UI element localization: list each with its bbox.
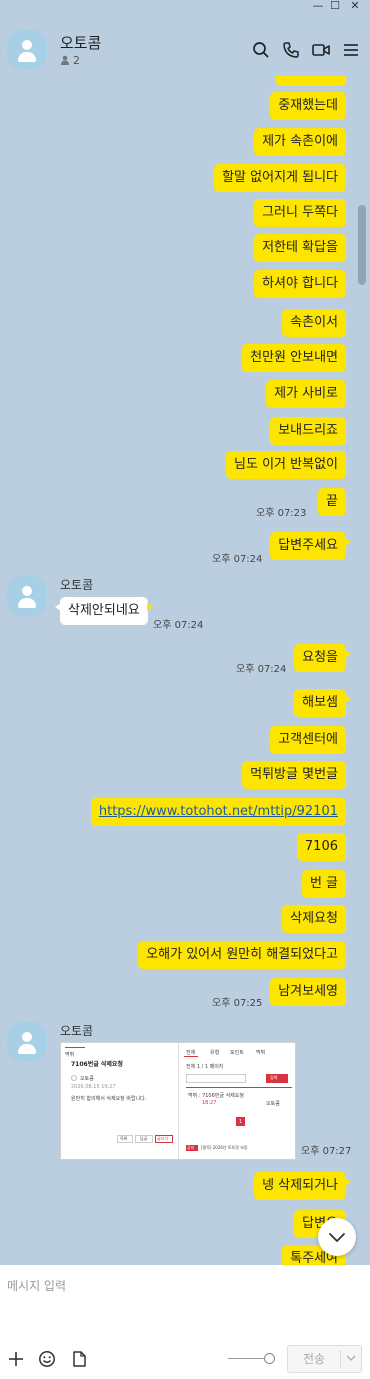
shot-text: 7106번글 삭제요청 — [71, 1061, 123, 1068]
message-bubble[interactable]: 해보셈 — [294, 689, 351, 717]
message-bubble[interactable]: 제가 속촌이에 — [254, 128, 346, 156]
message-bubble[interactable]: 중재했는데 — [270, 92, 346, 120]
message-bubble[interactable]: 오해가 있어서 원만히 해결되었다고 — [138, 941, 346, 969]
shot-text: 먹튀 — [256, 1050, 266, 1056]
message-bubble[interactable]: 보내드리죠 — [270, 417, 346, 445]
shared-image[interactable]: 먹튀 7106번글 삭제요청 오토콤 2026.08.15 19:27 원만히 … — [60, 1042, 296, 1160]
file-icon[interactable] — [70, 1350, 88, 1368]
message-bubble[interactable]: 저한테 확답을 — [254, 234, 346, 262]
window-controls: — ☐ ✕ — [0, 0, 370, 14]
shot-text: 유형 — [210, 1050, 220, 1056]
transparency-slider-handle[interactable] — [264, 1353, 275, 1364]
minimize-button[interactable]: — — [311, 0, 325, 12]
shot-text: 오토콤 — [266, 1101, 280, 1107]
message-time: 오후 07:24 — [236, 664, 287, 675]
shared-image-board: 전체 유형 포인트 먹튀 전체 1 / 1 페이지 검색 먹튀 : 7106번글… — [180, 1043, 295, 1159]
message-time: 오후 07:23 — [256, 508, 307, 519]
message-bubble-link[interactable]: https://www.totohot.net/mttip/92101 — [90, 798, 346, 826]
message-bubble[interactable]: 님도 이거 반복없이 — [226, 451, 346, 479]
shot-text: 원만히 합의해서 삭제요청 바랍니다. — [71, 1096, 147, 1102]
shot-text: 포인트 — [230, 1050, 244, 1056]
room-avatar[interactable] — [7, 30, 47, 70]
chat-header: 오토콤 2 — [0, 14, 370, 76]
member-count-label: 2 — [73, 54, 80, 67]
message-input[interactable]: 메시지 입력 — [7, 1277, 66, 1294]
shot-text: 글쓰기 — [157, 1136, 169, 1141]
plus-icon[interactable] — [7, 1350, 25, 1368]
message-bubble[interactable]: 번 글 — [301, 870, 346, 898]
shared-link[interactable]: https://www.totohot.net/mttip/92101 — [99, 804, 338, 819]
message-bubble[interactable]: 제가 사비로 — [266, 380, 346, 408]
message-bubble[interactable]: 남겨보세영 — [270, 978, 346, 1006]
chevron-down-icon[interactable] — [345, 1352, 357, 1364]
message-bubble[interactable]: 요청을 — [294, 644, 351, 672]
message-time: 오후 07:27 — [301, 1146, 352, 1157]
message-bubble[interactable]: 끝 — [318, 488, 346, 516]
room-title: 오토콤 — [60, 34, 102, 52]
message-bubble[interactable]: 삭제요청 — [282, 905, 346, 933]
shot-text: 검색 — [270, 1075, 278, 1080]
sender-avatar[interactable] — [7, 576, 47, 616]
send-label: 전송 — [302, 1352, 326, 1366]
emoticon-icon[interactable] — [38, 1350, 56, 1368]
close-button[interactable]: ✕ — [348, 0, 362, 12]
menu-icon[interactable] — [341, 40, 361, 60]
message-bubble-partial[interactable] — [276, 76, 346, 86]
send-divider — [340, 1350, 341, 1368]
transparency-slider-track[interactable] — [228, 1358, 268, 1359]
sender-name: 오토콤 — [60, 578, 94, 592]
message-bubble[interactable]: 속촌이서 — [282, 309, 346, 337]
message-bubble[interactable]: 할말 없어지게 됩니다 — [214, 164, 346, 192]
shot-text: 먹튀 : 7106번글 삭제요청 — [188, 1093, 244, 1099]
shot-text: 먹튀 — [65, 1052, 75, 1058]
message-time: 오후 07:24 — [153, 620, 204, 631]
message-time: 오후 07:24 — [212, 554, 263, 565]
message-composer: 메시지 입력 전송 — [0, 1265, 370, 1379]
shot-text: 1 — [239, 1119, 243, 1125]
message-bubble[interactable]: 답변주세요 — [270, 532, 351, 560]
chat-messages[interactable]: 중재했는데 제가 속촌이에 할말 없어지게 됩니다 그러니 두쪽다 저한테 확답… — [0, 76, 356, 1266]
scroll-down-button[interactable] — [318, 1218, 356, 1256]
shot-text: 공지 — [187, 1145, 195, 1150]
shot-text: 18:27 — [202, 1100, 217, 1106]
message-bubble[interactable]: 삭제안되네요 — [55, 597, 153, 625]
send-button[interactable]: 전송 — [287, 1345, 362, 1373]
shot-text: 답글 — [140, 1136, 148, 1141]
message-time: 오후 07:25 — [212, 998, 263, 1009]
message-bubble[interactable]: 고객센터에 — [270, 726, 346, 754]
message-bubble[interactable]: 천만원 안보내면 — [242, 344, 346, 372]
message-bubble[interactable]: 그러니 두쪽다 — [254, 199, 346, 227]
person-icon — [61, 55, 69, 65]
shot-text: [필독] 2026년 토토핫 보증 — [201, 1145, 248, 1150]
chat-scrollbar[interactable] — [358, 80, 366, 1265]
message-bubble[interactable]: 넹 삭제되거나 — [254, 1172, 351, 1200]
phone-icon[interactable] — [281, 40, 301, 60]
shot-text: 목록 — [120, 1136, 128, 1141]
shot-text: 오토콤 — [80, 1076, 94, 1082]
video-call-icon[interactable] — [311, 40, 331, 60]
shared-image-post: 먹튀 7106번글 삭제요청 오토콤 2026.08.15 19:27 원만히 … — [61, 1043, 179, 1159]
message-bubble[interactable]: 7106 — [296, 833, 346, 861]
sender-avatar[interactable] — [7, 1022, 47, 1062]
search-icon[interactable] — [251, 40, 271, 60]
shot-text: 전체 — [186, 1050, 196, 1056]
chevron-down-icon — [329, 1233, 345, 1242]
message-bubble[interactable]: 먹튀방글 몇번글 — [242, 761, 346, 789]
scrollbar-thumb[interactable] — [358, 205, 366, 285]
shot-text: 2026.08.15 19:27 — [71, 1084, 116, 1090]
message-bubble[interactable]: 하셔야 합니다 — [254, 270, 346, 298]
member-count[interactable]: 2 — [60, 54, 80, 67]
maximize-button[interactable]: ☐ — [328, 0, 342, 12]
shot-text: 전체 1 / 1 페이지 — [186, 1064, 224, 1070]
sender-name: 오토콤 — [60, 1024, 94, 1038]
